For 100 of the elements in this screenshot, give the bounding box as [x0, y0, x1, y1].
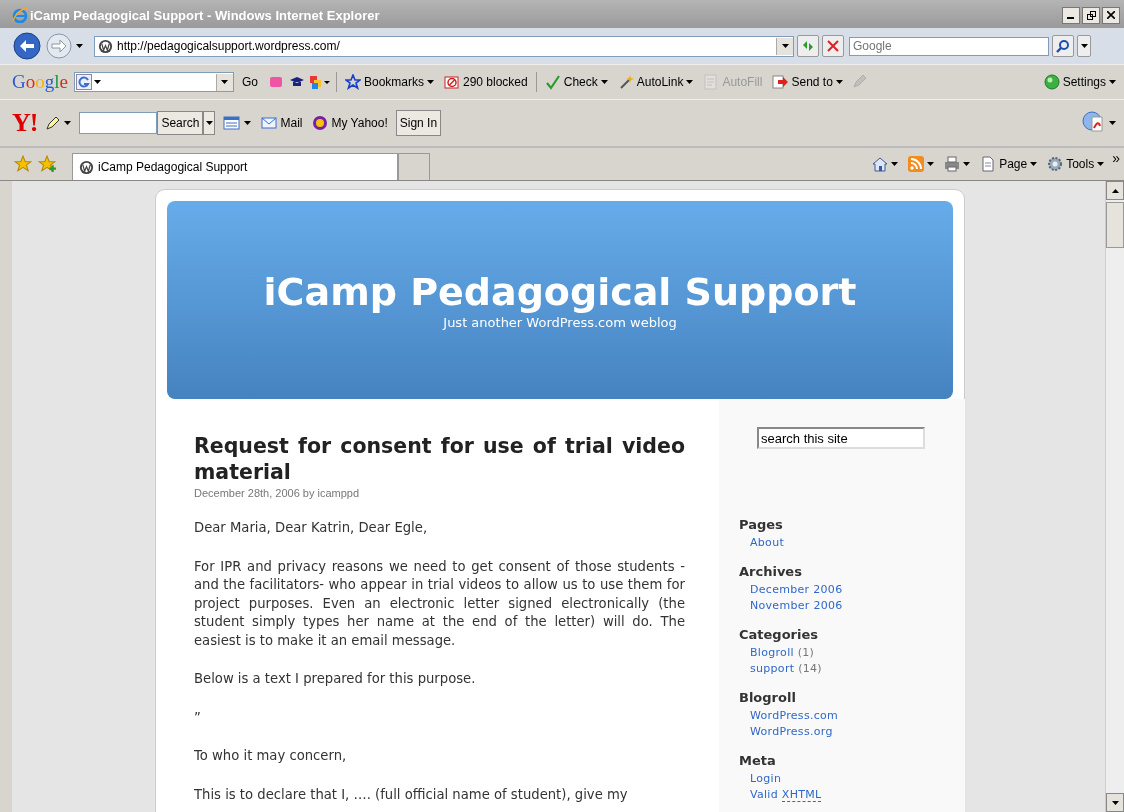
address-dropdown-button[interactable] [776, 37, 793, 55]
close-button[interactable] [1102, 6, 1120, 24]
caret-icon[interactable] [1030, 162, 1038, 166]
yahoo-search-field[interactable] [79, 112, 158, 134]
toolbar-button[interactable]: Bookmarks [342, 74, 436, 90]
window-title: iCamp Pedagogical Support - Windows Internet Explorer [30, 7, 380, 23]
caret-icon[interactable] [221, 80, 229, 84]
search-icon [1056, 39, 1070, 53]
stop-button[interactable] [822, 35, 844, 57]
restore-icon [1086, 10, 1096, 20]
caret-icon[interactable] [686, 80, 694, 84]
address-field[interactable]: http://pedagogicalsupport.wordpress.com/ [94, 35, 794, 57]
back-button[interactable] [12, 31, 42, 61]
more-commands-button[interactable]: » [1112, 150, 1120, 166]
command-button[interactable]: Tools [1045, 156, 1107, 172]
restore-button[interactable] [1082, 6, 1100, 24]
sidebar-heading: Archives [739, 563, 803, 579]
pdf-icon [1082, 111, 1106, 135]
caret-icon[interactable] [963, 162, 971, 166]
site-icon [98, 38, 113, 54]
send-icon[interactable] [772, 74, 789, 90]
caret-icon[interactable] [93, 80, 101, 84]
search-options-button[interactable] [1077, 35, 1091, 57]
caret-icon[interactable] [1097, 162, 1105, 166]
highlighter-button[interactable] [43, 115, 74, 131]
g-logo-icon[interactable] [75, 74, 92, 90]
browser-tab[interactable]: iCamp Pedagogical Support [72, 153, 398, 180]
sidebar-link[interactable]: Blogroll [750, 645, 794, 659]
caret-icon[interactable] [600, 80, 608, 84]
favorites-star-icon[interactable] [14, 155, 32, 173]
site-search-field[interactable]: search this site [757, 427, 925, 449]
vertical-scrollbar[interactable] [1105, 181, 1124, 812]
home-button[interactable] [870, 156, 901, 172]
yahoo-logo[interactable]: Y! [12, 108, 38, 138]
stop-icon [827, 40, 839, 52]
page-icon[interactable] [980, 156, 997, 172]
down-arrow-icon [1111, 800, 1119, 805]
sidebar-link[interactable]: XHTML [781, 788, 822, 802]
refresh-icon [801, 39, 815, 53]
caret-icon[interactable] [1080, 44, 1088, 48]
search-dropdown-button[interactable] [203, 111, 216, 135]
yahoo-search-button[interactable]: Search [157, 111, 204, 135]
spellcheck-icon[interactable] [544, 74, 561, 90]
toolbar-button[interactable]: Mail [259, 115, 305, 131]
print-button[interactable] [942, 156, 973, 172]
status-dot-icon [1043, 74, 1060, 90]
sidebar-link[interactable]: support [750, 662, 795, 675]
sidebar-link[interactable]: WordPress.org [750, 725, 833, 738]
sidebar-link[interactable]: November 2006 [750, 599, 843, 612]
caret-icon[interactable] [1109, 121, 1116, 125]
caret-icon[interactable] [927, 162, 935, 166]
yahoo-badge-icon[interactable] [312, 115, 329, 131]
command-button[interactable]: Page [978, 156, 1040, 172]
history-dropdown-icon[interactable] [76, 44, 83, 48]
sidebar-link[interactable]: Valid [750, 788, 778, 801]
sign-in-button[interactable]: Sign In [395, 110, 442, 136]
scroll-up-button[interactable] [1106, 181, 1124, 200]
search-button[interactable] [1052, 35, 1074, 57]
caret-icon[interactable] [781, 44, 789, 48]
sidebar-link[interactable]: WordPress.com [750, 708, 839, 722]
toolbar-button[interactable]: Send to [770, 74, 845, 90]
minimize-button[interactable] [1062, 6, 1080, 24]
toolbar-button[interactable]: 290 blocked [442, 74, 530, 90]
sidebar-link[interactable]: Login [750, 771, 782, 785]
up-arrow-icon [1111, 188, 1119, 193]
sidebar-heading: Blogroll [739, 689, 797, 705]
gear-icon[interactable] [1047, 156, 1064, 172]
google-search-field[interactable] [73, 72, 234, 92]
sidebar-link[interactable]: About [750, 536, 785, 549]
post-paragraph: Below is a text I prepared for this purpose. [194, 670, 477, 688]
window-icon [223, 115, 242, 131]
toolbar-button[interactable]: My Yahoo! [310, 115, 390, 131]
envelope-icon[interactable] [261, 115, 278, 131]
caret-icon[interactable] [427, 80, 434, 84]
scroll-down-button[interactable] [1106, 793, 1124, 812]
caret-icon[interactable] [835, 80, 843, 84]
post-title[interactable]: Request for consent for use of trial video material [194, 433, 685, 485]
caret-icon[interactable] [205, 121, 213, 125]
star-icon[interactable] [344, 74, 361, 90]
settings-button[interactable]: Settings [1041, 74, 1118, 90]
blog-tagline: Just another WordPress.com weblog [443, 315, 677, 330]
popup-blocker-icon[interactable] [444, 74, 460, 90]
window-menu-button[interactable] [221, 115, 254, 131]
go-button[interactable]: Go [239, 75, 260, 89]
pdf-button[interactable] [1080, 111, 1118, 135]
sidebar-link[interactable]: December 2006 [750, 582, 843, 596]
google-logo[interactable]: Google [12, 71, 68, 93]
caret-icon[interactable] [64, 121, 72, 125]
toolbar-button[interactable]: AutoLink [615, 74, 696, 90]
caret-icon[interactable] [1109, 80, 1116, 84]
pencil-icon [45, 115, 62, 131]
caret-icon[interactable] [891, 162, 899, 166]
scroll-thumb[interactable] [1106, 202, 1124, 248]
caret-icon[interactable] [244, 121, 252, 125]
sidebar-heading: Meta [739, 752, 777, 768]
feeds-button[interactable] [906, 156, 937, 172]
site-icon [79, 159, 94, 175]
post-meta: December 28th, 2006 by icamppd [194, 487, 361, 499]
search-field[interactable]: Google [849, 36, 1049, 56]
toolbar-button[interactable]: Check [542, 74, 610, 90]
